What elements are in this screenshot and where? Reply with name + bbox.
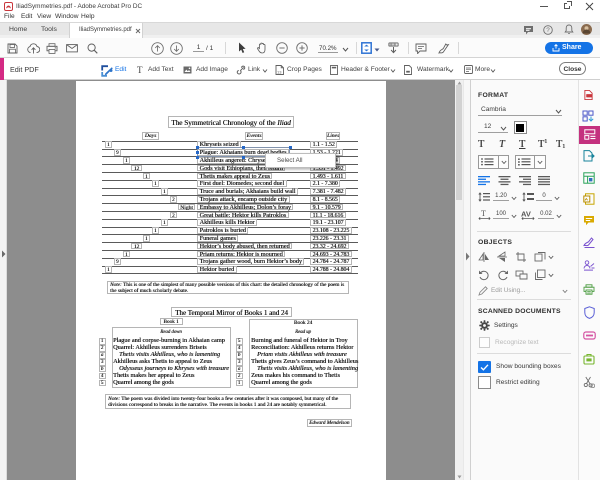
svg-text:13: 13 [277,69,282,74]
svg-text:?: ? [546,27,550,34]
svg-text:AV: AV [521,210,531,219]
svg-text:T: T [481,209,486,218]
